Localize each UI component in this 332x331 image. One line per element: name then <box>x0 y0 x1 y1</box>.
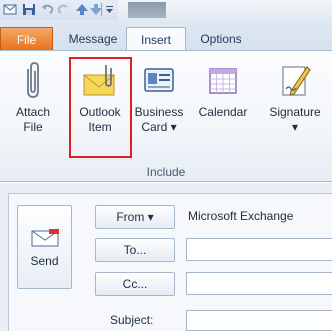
business-card-button[interactable]: Business Card ▾ <box>130 57 188 152</box>
ribbon-panel: Attach File Outlook Item Business Card ▾… <box>0 50 332 182</box>
arrow-up-icon[interactable] <box>75 3 89 16</box>
send-label: Send <box>30 254 59 268</box>
outlook-item-highlight <box>69 57 132 158</box>
calendar-button[interactable]: Calendar <box>190 57 256 152</box>
calendar-icon <box>209 68 237 94</box>
calendar-label: Calendar <box>198 105 248 119</box>
business-card-label: Business Card ▾ <box>134 105 184 134</box>
tab-truncated <box>256 27 332 51</box>
redo-icon[interactable] <box>56 3 70 16</box>
toolbar-separator <box>101 3 103 16</box>
cc-field[interactable] <box>186 272 332 295</box>
tab-insert[interactable]: Insert <box>126 27 186 51</box>
customize-toolbar-icon[interactable] <box>105 3 114 16</box>
attach-file-button[interactable]: Attach File <box>0 57 66 152</box>
to-button[interactable]: To... <box>95 238 175 262</box>
send-button[interactable]: Send <box>17 205 72 289</box>
from-button[interactable]: From ▾ <box>95 205 175 229</box>
subject-label: Subject: <box>110 313 154 327</box>
signature-icon <box>282 66 311 96</box>
outlook-app-icon[interactable] <box>3 3 17 16</box>
to-field[interactable] <box>186 238 332 261</box>
send-envelope-icon <box>31 229 59 247</box>
attach-file-label: Attach File <box>15 105 51 134</box>
signature-button[interactable]: Signature ▾ <box>258 57 332 152</box>
subject-field[interactable] <box>186 310 332 331</box>
signature-label: Signature ▾ <box>269 105 321 134</box>
tab-file[interactable]: File <box>0 27 53 51</box>
tab-options[interactable]: Options <box>188 27 254 51</box>
paperclip-icon <box>27 62 39 98</box>
title-bar-shade <box>128 2 166 18</box>
business-card-icon <box>144 68 174 92</box>
include-group-label: Include <box>146 165 186 179</box>
undo-icon[interactable] <box>41 3 55 16</box>
title-bar <box>118 0 332 20</box>
tab-message[interactable]: Message <box>60 27 126 51</box>
from-value: Microsoft Exchange <box>188 209 294 223</box>
save-icon[interactable] <box>22 3 36 16</box>
ribbon-tab-row: File Message Insert Options <box>0 20 332 51</box>
cc-button[interactable]: Cc... <box>95 272 175 296</box>
quick-access-toolbar <box>0 0 332 20</box>
